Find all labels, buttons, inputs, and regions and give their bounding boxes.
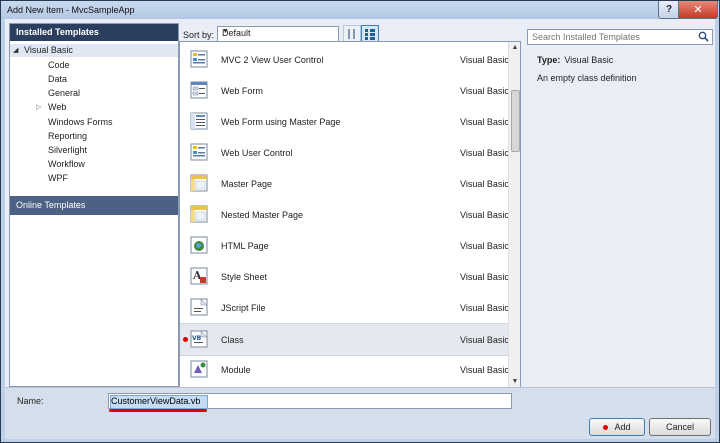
- master-page-icon: [190, 205, 208, 223]
- name-input[interactable]: [109, 394, 507, 408]
- annotation-dot: [603, 425, 609, 431]
- title-bar[interactable]: Add New Item - MvcSampleApp ? ✕: [1, 1, 719, 19]
- close-icon: ✕: [693, 4, 703, 16]
- sort-label: Sort by:: [183, 30, 215, 40]
- tree-item-workflow[interactable]: Workflow: [48, 158, 85, 171]
- template-language: Visual Basic: [460, 272, 509, 282]
- list-view-icon: [365, 29, 375, 40]
- html-page-icon: [190, 236, 208, 254]
- template-language: Visual Basic: [460, 55, 509, 65]
- template-item[interactable]: Module Visual Basic: [180, 354, 509, 385]
- add-new-item-dialog: Add New Item - MvcSampleApp ? ✕ Installe…: [0, 0, 720, 443]
- template-language: Visual Basic: [460, 148, 509, 158]
- template-name: Web User Control: [221, 148, 293, 158]
- template-item[interactable]: Nested Master Page Visual Basic: [180, 199, 509, 230]
- template-language: Visual Basic: [460, 86, 509, 96]
- template-language: Visual Basic: [460, 117, 509, 127]
- template-name: Web Form using Master Page: [221, 117, 341, 127]
- template-categories-pane: Installed Templates ◢ Visual Basic Code …: [9, 23, 179, 387]
- help-button[interactable]: ?: [658, 1, 680, 19]
- template-name: Web Form: [221, 86, 263, 96]
- tree-item-web[interactable]: ▷ Web: [36, 101, 156, 114]
- template-name: Nested Master Page: [221, 210, 304, 220]
- template-name: MVC 2 View User Control: [221, 55, 324, 65]
- template-name: JScript File: [221, 303, 266, 313]
- online-templates-header[interactable]: Online Templates: [10, 196, 178, 215]
- template-item[interactable]: Web User Control Visual Basic: [180, 137, 509, 168]
- web-form-icon: [190, 81, 208, 99]
- template-list: Module Visual Basic VB Class Visual Basic JSc…: [179, 41, 521, 389]
- template-name: Master Page: [221, 179, 273, 189]
- collapsed-triangle-icon[interactable]: ▷: [36, 101, 41, 114]
- search-icon[interactable]: [698, 31, 709, 42]
- web-form-master-icon: [190, 112, 208, 130]
- expanded-triangle-icon[interactable]: ◢: [13, 44, 18, 57]
- template-item[interactable]: Web Form using Master Page Visual Basic: [180, 106, 509, 137]
- tree-item-windows-forms[interactable]: Windows Forms: [48, 116, 113, 129]
- detail-description: An empty class definition: [537, 73, 637, 83]
- help-icon: ?: [665, 4, 673, 15]
- close-button[interactable]: ✕: [678, 1, 718, 19]
- detail-type: Type: Visual Basic: [537, 55, 614, 65]
- scrollbar-thumb[interactable]: [511, 90, 520, 152]
- template-name: HTML Page: [221, 241, 269, 251]
- master-page-icon: [190, 174, 208, 192]
- search-box[interactable]: [527, 29, 713, 45]
- window-title: Add New Item - MvcSampleApp: [7, 5, 135, 15]
- template-language: Visual Basic: [460, 210, 509, 220]
- annotation-underline: [109, 409, 207, 412]
- tree-item-silverlight[interactable]: Silverlight: [48, 144, 87, 157]
- user-control-icon: [190, 143, 208, 161]
- vertical-scrollbar[interactable]: ▲ ▼: [508, 42, 520, 388]
- name-label: Name:: [17, 396, 44, 406]
- name-field-box[interactable]: [108, 393, 512, 409]
- template-name: Module: [221, 365, 251, 375]
- template-item[interactable]: VB Class Visual Basic: [180, 323, 509, 356]
- installed-templates-header[interactable]: Installed Templates: [10, 24, 178, 41]
- template-item[interactable]: HTML Page Visual Basic: [180, 230, 509, 261]
- template-item[interactable]: Web Form Visual Basic: [180, 75, 509, 106]
- tree-item-general[interactable]: General: [48, 87, 80, 100]
- style-sheet-icon: A: [190, 267, 208, 285]
- tree-item-code[interactable]: Code: [48, 59, 70, 72]
- tree-item-wpf[interactable]: WPF: [48, 172, 68, 185]
- jscript-file-icon: [190, 298, 208, 316]
- template-name: Class: [221, 335, 244, 345]
- vb-class-icon: VB: [190, 330, 208, 348]
- tree-item-reporting[interactable]: Reporting: [48, 130, 87, 143]
- module-icon: [190, 360, 208, 378]
- template-name: Style Sheet: [221, 272, 268, 282]
- template-item[interactable]: Master Page Visual Basic: [180, 168, 509, 199]
- template-details: Type: Visual Basic An empty class definit…: [537, 55, 707, 83]
- template-language: Visual Basic: [460, 365, 509, 375]
- template-item[interactable]: MVC 2 View User Control Visual Basic: [180, 44, 509, 75]
- template-language: Visual Basic: [460, 335, 509, 345]
- svg-text:VB: VB: [192, 335, 202, 342]
- sort-dropdown[interactable]: Default ▼: [217, 26, 339, 42]
- small-icons-icon: [348, 29, 355, 39]
- cancel-button[interactable]: Cancel: [649, 418, 711, 436]
- dialog-body: Installed Templates ◢ Visual Basic Code …: [5, 19, 715, 439]
- template-item[interactable]: A Style Sheet Visual Basic: [180, 261, 509, 292]
- bottom-panel: Name: Add Cancel: [5, 387, 715, 439]
- template-language: Visual Basic: [460, 179, 509, 189]
- scroll-up-icon[interactable]: ▲: [509, 42, 520, 54]
- user-control-icon: [190, 50, 208, 68]
- search-input[interactable]: [528, 30, 692, 44]
- add-button[interactable]: Add: [589, 418, 645, 436]
- tree-item-visual-basic[interactable]: ◢ Visual Basic: [10, 44, 178, 57]
- tree-item-data[interactable]: Data: [48, 73, 67, 86]
- template-item[interactable]: JScript File Visual Basic: [180, 292, 509, 323]
- template-language: Visual Basic: [460, 241, 509, 251]
- annotation-dot: [183, 337, 188, 342]
- template-language: Visual Basic: [460, 303, 509, 313]
- dropdown-arrow-icon: ▼: [222, 28, 229, 35]
